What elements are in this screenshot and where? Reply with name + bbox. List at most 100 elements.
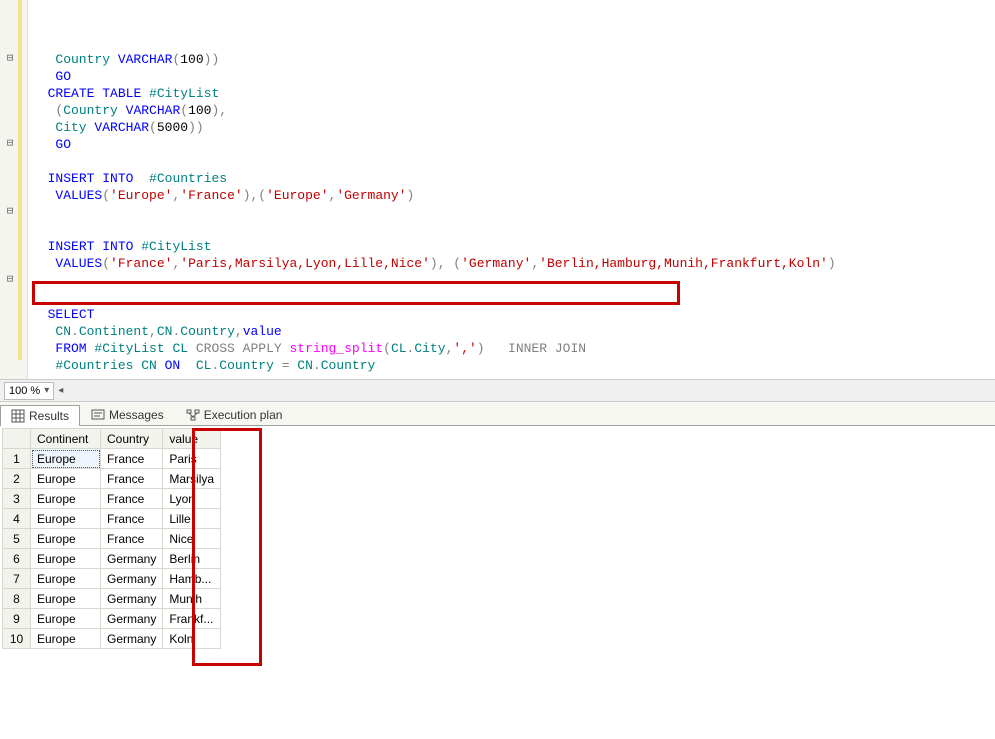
code-line[interactable]: #Countries CN ON CL.Country = CN.Country [32, 357, 991, 374]
grid-cell[interactable]: Lyon [163, 489, 221, 509]
col-header-continent[interactable]: Continent [31, 429, 101, 449]
code-line[interactable] [32, 153, 991, 170]
rownum-cell: 8 [3, 589, 31, 609]
code-line[interactable]: INSERT INTO #Countries [32, 170, 991, 187]
zoom-bar: 100 % ▾ ◂ [0, 380, 995, 402]
rownum-cell: 4 [3, 509, 31, 529]
code-line[interactable]: City VARCHAR(5000)) [32, 119, 991, 136]
rownum-header [3, 429, 31, 449]
grid-cell[interactable]: Paris [163, 449, 221, 469]
grid-cell[interactable]: Europe [31, 609, 101, 629]
grid-cell[interactable]: Germany [101, 629, 163, 649]
results-grid-area[interactable]: Continent Country value 1EuropeFrancePar… [0, 426, 995, 739]
code-line[interactable] [32, 204, 991, 221]
grid-cell[interactable]: Germany [101, 549, 163, 569]
table-row[interactable]: 1EuropeFranceParis [3, 449, 221, 469]
table-row[interactable]: 4EuropeFranceLille [3, 509, 221, 529]
grid-cell[interactable]: Munih [163, 589, 221, 609]
collapse-glyph[interactable]: ⊟ [4, 272, 16, 286]
grid-icon [11, 409, 25, 423]
grid-cell[interactable]: Lille [163, 509, 221, 529]
editor-margin: ⊟ ⊟ ⊟ ⊟ [0, 0, 28, 379]
tab-exec-plan-label: Execution plan [204, 408, 283, 422]
grid-cell[interactable]: France [101, 449, 163, 469]
code-line[interactable]: GO [32, 136, 991, 153]
rownum-cell: 10 [3, 629, 31, 649]
grid-cell[interactable]: Europe [31, 569, 101, 589]
results-tabs: Results Messages Execution plan [0, 402, 995, 426]
rownum-cell: 2 [3, 469, 31, 489]
grid-cell[interactable]: France [101, 469, 163, 489]
tab-results-label: Results [29, 409, 69, 423]
code-line[interactable]: FROM #CityList CL CROSS APPLY string_spl… [32, 340, 991, 357]
code-line[interactable]: Country VARCHAR(100)) [32, 51, 991, 68]
grid-cell[interactable]: France [101, 529, 163, 549]
code-line[interactable] [32, 374, 991, 379]
rownum-cell: 5 [3, 529, 31, 549]
grid-cell[interactable]: Europe [31, 629, 101, 649]
scroll-left-icon[interactable]: ◂ [58, 385, 63, 396]
col-header-value[interactable]: value [163, 429, 221, 449]
code-line[interactable]: INSERT INTO #CityList [32, 238, 991, 255]
grid-cell[interactable]: Berlin [163, 549, 221, 569]
modification-indicator [18, 0, 22, 360]
grid-cell[interactable]: Germany [101, 609, 163, 629]
grid-cell[interactable]: Europe [31, 549, 101, 569]
grid-cell[interactable]: Europe [31, 469, 101, 489]
grid-cell[interactable]: France [101, 489, 163, 509]
grid-cell[interactable]: Europe [31, 529, 101, 549]
grid-cell[interactable]: Hamb... [163, 569, 221, 589]
code-line[interactable]: CN.Continent,CN.Country,value [32, 323, 991, 340]
code-line[interactable] [32, 272, 991, 289]
rownum-cell: 6 [3, 549, 31, 569]
collapse-glyph[interactable]: ⊟ [4, 204, 16, 218]
chevron-down-icon: ▾ [44, 385, 49, 396]
col-header-country[interactable]: Country [101, 429, 163, 449]
code-line[interactable] [32, 289, 991, 306]
grid-cell[interactable]: Koln [163, 629, 221, 649]
grid-cell[interactable]: Europe [31, 489, 101, 509]
table-row[interactable]: 8EuropeGermanyMunih [3, 589, 221, 609]
table-row[interactable]: 7EuropeGermanyHamb... [3, 569, 221, 589]
grid-cell[interactable]: Frankf... [163, 609, 221, 629]
code-line[interactable]: VALUES('Europe','France'),('Europe','Ger… [32, 187, 991, 204]
grid-cell[interactable]: Germany [101, 589, 163, 609]
grid-cell[interactable]: France [101, 509, 163, 529]
code-line[interactable]: VALUES('France','Paris,Marsilya,Lyon,Lil… [32, 255, 991, 272]
execution-plan-icon [186, 408, 200, 422]
grid-cell[interactable]: Europe [31, 509, 101, 529]
table-row[interactable]: 9EuropeGermanyFrankf... [3, 609, 221, 629]
tab-execution-plan[interactable]: Execution plan [175, 404, 294, 425]
rownum-cell: 7 [3, 569, 31, 589]
rownum-cell: 1 [3, 449, 31, 469]
zoom-dropdown[interactable]: 100 % ▾ [4, 382, 54, 400]
rownum-cell: 3 [3, 489, 31, 509]
grid-cell[interactable]: Nice [163, 529, 221, 549]
grid-cell[interactable]: Marsilya [163, 469, 221, 489]
code-line[interactable]: CREATE TABLE #CityList [32, 85, 991, 102]
table-row[interactable]: 3EuropeFranceLyon [3, 489, 221, 509]
grid-cell[interactable]: Europe [31, 449, 101, 469]
grid-cell[interactable]: Europe [31, 589, 101, 609]
code-line[interactable]: (Country VARCHAR(100), [32, 102, 991, 119]
collapse-glyph[interactable]: ⊟ [4, 136, 16, 150]
messages-icon [91, 408, 105, 422]
results-grid[interactable]: Continent Country value 1EuropeFrancePar… [2, 428, 221, 649]
tab-results[interactable]: Results [0, 405, 80, 426]
code-line[interactable]: SELECT [32, 306, 991, 323]
zoom-value: 100 % [9, 385, 40, 397]
table-row[interactable]: 6EuropeGermanyBerlin [3, 549, 221, 569]
sql-editor[interactable]: ⊟ ⊟ ⊟ ⊟ Country VARCHAR(100)) GO CREATE TAB… [0, 0, 995, 380]
code-area[interactable]: Country VARCHAR(100)) GO CREATE TABLE #C… [28, 0, 995, 379]
tab-messages-label: Messages [109, 408, 164, 422]
table-row[interactable]: 10EuropeGermanyKoln [3, 629, 221, 649]
table-row[interactable]: 2EuropeFranceMarsilya [3, 469, 221, 489]
results-header-row: Continent Country value [3, 429, 221, 449]
code-line[interactable]: GO [32, 68, 991, 85]
tab-messages[interactable]: Messages [80, 404, 175, 425]
code-line[interactable] [32, 221, 991, 238]
grid-cell[interactable]: Germany [101, 569, 163, 589]
collapse-glyph[interactable]: ⊟ [4, 51, 16, 65]
rownum-cell: 9 [3, 609, 31, 629]
table-row[interactable]: 5EuropeFranceNice [3, 529, 221, 549]
